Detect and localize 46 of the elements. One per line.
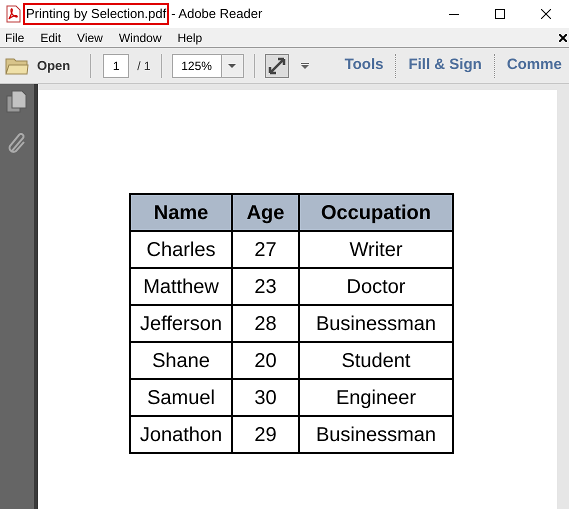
close-icon: [541, 9, 551, 19]
table-cell: Writer: [299, 231, 453, 268]
table-cell: 23: [232, 268, 299, 305]
menu-item[interactable]: View: [74, 28, 106, 46]
table-cell: Jonathon: [130, 416, 232, 453]
table-cell: Shane: [130, 342, 232, 379]
table-cell: Doctor: [299, 268, 453, 305]
maximize-icon: [495, 9, 505, 19]
table-cell: 30: [232, 379, 299, 416]
table-cell: 29: [232, 416, 299, 453]
paperclip-icon[interactable]: [7, 132, 27, 156]
table-cell: Matthew: [130, 268, 232, 305]
table-cell: Engineer: [299, 379, 453, 416]
toolbar-link[interactable]: Fill & Sign: [408, 54, 482, 77]
table-cell: Charles: [130, 231, 232, 268]
overflow-caret-icon[interactable]: [300, 62, 309, 68]
table-cell: Samuel: [130, 379, 232, 416]
pdf-file-icon: [5, 5, 21, 23]
folder-icon: [5, 56, 29, 76]
close-icon[interactable]: [559, 34, 567, 42]
table-cell: Businessman: [299, 416, 453, 453]
caret-icon: [228, 64, 236, 68]
menu-item[interactable]: Help: [174, 28, 206, 46]
menu-item[interactable]: File: [2, 28, 28, 46]
table-cell: Student: [299, 342, 453, 379]
page-number-field[interactable]: 1: [103, 54, 130, 78]
column-header: Name: [130, 194, 232, 231]
menu-item[interactable]: Window: [116, 28, 165, 46]
menu-item[interactable]: Edit: [37, 28, 64, 46]
expand-arrows-icon: [268, 56, 286, 74]
table-cell: 28: [232, 305, 299, 342]
toolbar-link[interactable]: Comme: [506, 54, 562, 77]
table-cell: 20: [232, 342, 299, 379]
window-title: - Adobe Reader: [171, 5, 262, 24]
pages-icon[interactable]: [6, 90, 28, 114]
column-header: Age: [232, 194, 299, 231]
open-button[interactable]: Open: [5, 56, 70, 76]
page-total: / 1: [137, 58, 151, 74]
full-screen-button[interactable]: [264, 54, 289, 78]
file-name: Printing by Selection.pdf: [23, 3, 170, 25]
toolbar-link[interactable]: Tools: [344, 54, 384, 77]
table-cell: Jefferson: [130, 305, 232, 342]
table-cell: Businessman: [299, 305, 453, 342]
zoom-dropdown[interactable]: 125%: [172, 54, 244, 78]
table-cell: 27: [232, 231, 299, 268]
column-header: Occupation: [299, 194, 453, 231]
